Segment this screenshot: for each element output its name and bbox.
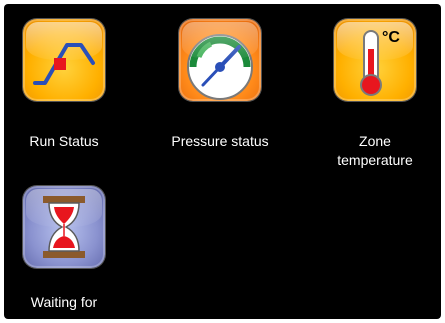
- pressure-status-button[interactable]: [179, 19, 261, 101]
- hourglass-icon: [43, 196, 85, 258]
- run-status-chart-icon: [33, 43, 95, 85]
- celsius-unit: °C: [382, 29, 400, 46]
- thermometer-celsius-icon: [360, 30, 382, 96]
- waiting-for-tile[interactable]: Waiting for: [23, 186, 105, 316]
- zone-temperature-label-line1: Zone: [359, 133, 391, 149]
- zone-temperature-label-line2: temperature: [337, 152, 413, 168]
- run-status-label: Run Status: [29, 133, 99, 149]
- app-screen: Run Status Pressure status °C Zone tempe…: [4, 4, 441, 319]
- run-status-tile[interactable]: Run Status: [23, 19, 105, 159]
- run-status-button[interactable]: [23, 19, 105, 101]
- zone-temperature-tile[interactable]: °C Zone temperature: [334, 19, 416, 179]
- pressure-status-tile[interactable]: Pressure status: [171, 19, 269, 159]
- zone-temperature-button[interactable]: °C: [334, 19, 416, 101]
- waiting-for-button[interactable]: [23, 186, 105, 268]
- pressure-status-label: Pressure status: [171, 133, 269, 149]
- waiting-for-label: Waiting for: [30, 294, 98, 310]
